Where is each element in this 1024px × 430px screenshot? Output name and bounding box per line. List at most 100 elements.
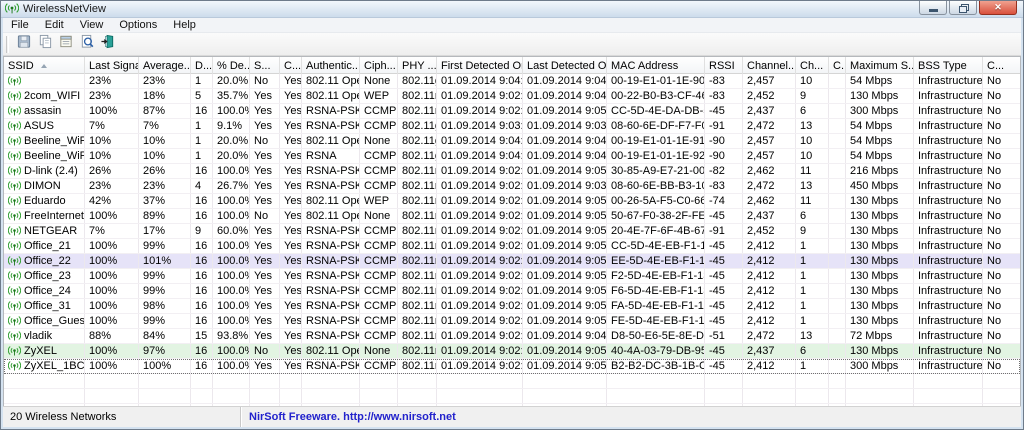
column-header-rssi-13[interactable]: RSSI — [705, 57, 743, 74]
cell-d-3: 16 — [191, 314, 213, 328]
cell-bss-type-18: Infrastructure — [914, 119, 983, 133]
cell-first-detected-on-10: 01.09.2014 9:02:39 — [437, 164, 523, 178]
cell-average-2: 89% — [139, 209, 191, 223]
cell-ciph-8: CCMP — [360, 179, 398, 193]
column-header-average-2[interactable]: Average... — [139, 57, 191, 74]
title-bar[interactable]: WirelessNetView ✕ — [1, 1, 1023, 18]
cell-maximum-s-17: 130 Mbps — [846, 299, 914, 313]
column-header-authentic-7[interactable]: Authentic... — [302, 57, 360, 74]
cell-maximum-s-17: 54 Mbps — [846, 74, 914, 88]
cell-pct-de-4: 20.0% — [213, 74, 250, 88]
cell-ssid-0: FreeInternet — [4, 209, 85, 223]
cell-d-3: 16 — [191, 359, 213, 373]
restore-button[interactable] — [949, 1, 977, 15]
cell-average-2: 84% — [139, 329, 191, 343]
menu-file[interactable]: File — [3, 18, 37, 33]
column-header-c-19[interactable]: C... — [983, 57, 1021, 74]
save-button[interactable] — [13, 34, 34, 54]
cell-first-detected-on-10: 01.09.2014 9:02:39 — [437, 344, 523, 358]
column-header-pct-de-4[interactable]: % De... — [213, 57, 250, 74]
column-header-d-3[interactable]: D... — [191, 57, 213, 74]
table-row-office-31[interactable]: Office_31100%98%16100.0%YesYesRSNA-PSKCC… — [4, 299, 1020, 314]
table-row-zyxel[interactable]: ZyXEL100%97%16100.0%NoYes802.11 OpenNone… — [4, 344, 1020, 359]
table-row-assasin[interactable]: assasin100%87%16100.0%YesYesRSNA-PSKCCMP… — [4, 104, 1020, 119]
column-header-last-detected-on-11[interactable]: Last Detected On — [523, 57, 607, 74]
cell-average-2: 99% — [139, 314, 191, 328]
column-header-label: RSSI — [709, 58, 735, 74]
column-header-mac-address-12[interactable]: MAC Address — [607, 57, 705, 74]
table-row-eduardo[interactable]: Eduardo42%37%16100.0%YesYes802.11 OpenWE… — [4, 194, 1020, 209]
cell-channel-14: 2,412 — [743, 269, 796, 283]
cell-ssid-0: DIMON — [4, 179, 85, 193]
column-header-label: SSID — [8, 58, 34, 74]
cell-c-16 — [829, 239, 846, 253]
column-header-s-5[interactable]: S... — [250, 57, 280, 74]
cell-channel-14: 2,437 — [743, 344, 796, 358]
table-row-2com-wifi[interactable]: 2com_WIFI23%18%535.7%YesYes802.11 OpenWE… — [4, 89, 1020, 104]
cell-maximum-s-17: 216 Mbps — [846, 164, 914, 178]
table-row-vladik[interactable]: vladik88%84%1593.8%YesYesRSNA-PSKCCMP802… — [4, 329, 1020, 344]
table-row-freeinternet[interactable]: FreeInternet100%89%16100.0%NoYes802.11 O… — [4, 209, 1020, 224]
table-row-zyxel-1bc8[interactable]: ZyXEL_1BC8100%100%16100.0%YesYesRSNA-PSK… — [4, 359, 1020, 374]
copy-icon — [37, 34, 53, 54]
cell-rssi-13: -45 — [705, 269, 743, 283]
cell-phy-9: 802.11g — [398, 119, 437, 133]
minimize-button[interactable] — [919, 1, 947, 15]
cell-authentic-7: 802.11 Open — [302, 74, 360, 88]
column-header-ciph-8[interactable]: Ciph... — [360, 57, 398, 74]
table-row-office-22[interactable]: Office_22100%101%16100.0%YesYesRSNA-PSKC… — [4, 254, 1020, 269]
cell-ch-15: 10 — [796, 134, 829, 148]
table-row-asus[interactable]: ASUS7%7%19.1%YesYesRSNA-PSKCCMP802.11g01… — [4, 119, 1020, 134]
cell-channel-14: 2,412 — [743, 359, 796, 373]
column-header-first-detected-on-10[interactable]: First Detected On — [437, 57, 523, 74]
cell-d-3: 16 — [191, 344, 213, 358]
copy-button[interactable] — [34, 34, 55, 54]
column-header-phy-9[interactable]: PHY ... — [398, 57, 437, 74]
cell-ch-15: 10 — [796, 74, 829, 88]
table-row-office-23[interactable]: Office_23100%99%16100.0%YesYesRSNA-PSKCC… — [4, 269, 1020, 284]
table-row-d-link-2-4[interactable]: D-link (2.4)26%26%16100.0%YesYesRSNA-PSK… — [4, 164, 1020, 179]
cell-rssi-13: -45 — [705, 299, 743, 313]
cell-rssi-13: -90 — [705, 149, 743, 163]
column-header-c-16[interactable]: C.. — [829, 57, 846, 74]
menu-help[interactable]: Help — [165, 18, 204, 33]
table-row-beeline-wifi[interactable]: Beeline_WiFi10%10%120.0%NoYes802.11 Open… — [4, 134, 1020, 149]
cell-last-signal-1: 7% — [85, 119, 139, 133]
column-header-c-6[interactable]: C... — [280, 57, 302, 74]
cell-pct-de-4: 100.0% — [213, 254, 250, 268]
cell-s-5: Yes — [250, 314, 280, 328]
cell-ciph-8: CCMP — [360, 284, 398, 298]
cell-maximum-s-17: 130 Mbps — [846, 239, 914, 253]
cell-c-19: No — [983, 134, 1020, 148]
column-header-ssid-0[interactable]: SSID — [4, 57, 85, 74]
close-button[interactable]: ✕ — [979, 1, 1017, 15]
cell-ch-15: 1 — [796, 314, 829, 328]
column-header-ch-15[interactable]: Ch... — [796, 57, 829, 74]
cell-d-3: 16 — [191, 209, 213, 223]
table-row-unnamed-0[interactable]: 23%23%120.0%NoYes802.11 OpenNone802.11g0… — [4, 74, 1020, 89]
menu-view[interactable]: View — [72, 18, 112, 33]
nirsoft-link[interactable]: NirSoft Freeware. http://www.nirsoft.net — [249, 411, 456, 423]
table-row-office-guest[interactable]: Office_Guest100%99%16100.0%YesYesRSNA-PS… — [4, 314, 1020, 329]
table-row-office-24[interactable]: Office_24100%99%16100.0%YesYesRSNA-PSKCC… — [4, 284, 1020, 299]
table-row-dimon[interactable]: DIMON23%23%426.7%YesYesRSNA-PSKCCMP802.1… — [4, 179, 1020, 194]
table-row-netgear[interactable]: NETGEAR7%17%960.0%YesYesRSNA-PSKCCMP802.… — [4, 224, 1020, 239]
cell-channel-14: 2,452 — [743, 89, 796, 103]
menu-edit[interactable]: Edit — [37, 18, 72, 33]
column-header-bss-type-18[interactable]: BSS Type — [914, 57, 983, 74]
column-header-channel-14[interactable]: Channel... — [743, 57, 796, 74]
cell-rssi-13: -45 — [705, 209, 743, 223]
cell-first-detected-on-10: 01.09.2014 9:02:49 — [437, 224, 523, 238]
properties-button[interactable] — [55, 34, 76, 54]
cell-channel-14: 2,437 — [743, 209, 796, 223]
cell-c-16 — [829, 89, 846, 103]
table-row-beeline-wifi[interactable]: Beeline_WiFi_...10%10%120.0%YesYesRSNACC… — [4, 149, 1020, 164]
column-header-maximum-s-17[interactable]: Maximum S... — [846, 57, 914, 74]
column-header-last-signal-1[interactable]: Last Signal — [85, 57, 139, 74]
table-row-office-21[interactable]: Office_21100%99%16100.0%YesYesRSNA-PSKCC… — [4, 239, 1020, 254]
find-button[interactable] — [76, 34, 97, 54]
menu-options[interactable]: Options — [111, 18, 165, 33]
cell-mac-address-12: F6-5D-4E-EB-F1-13 — [607, 284, 705, 298]
cell-mac-address-12: FA-5D-4E-EB-F1-13 — [607, 299, 705, 313]
exit-button[interactable] — [97, 34, 118, 54]
